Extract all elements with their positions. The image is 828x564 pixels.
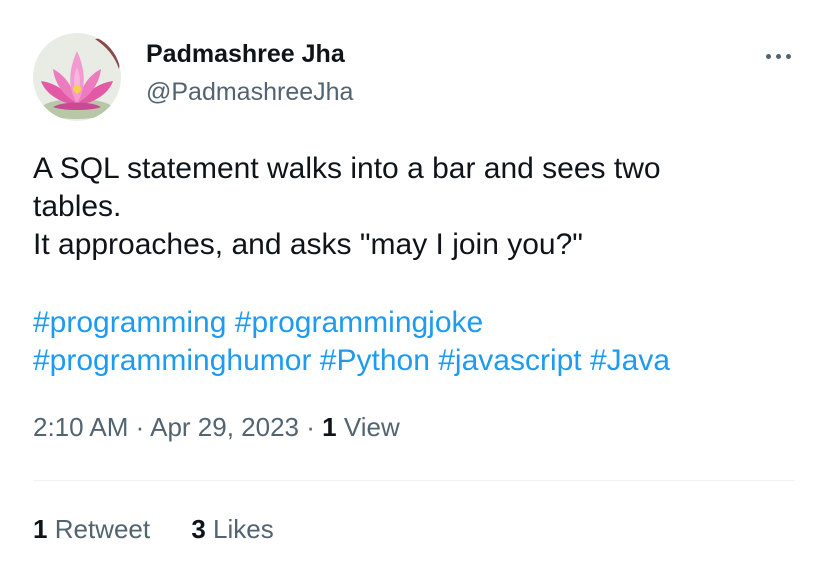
avatar[interactable] bbox=[33, 33, 121, 121]
hashtag-link[interactable]: #javascript bbox=[438, 344, 581, 377]
tweet-text: A SQL statement walks into a bar and see… bbox=[33, 150, 793, 264]
views-link[interactable]: 1 View bbox=[322, 412, 400, 442]
tweet-meta: 2:10 AM · Apr 29, 2023 · 1 View bbox=[33, 412, 400, 443]
more-horizontal-icon bbox=[785, 53, 791, 59]
hashtag-link[interactable]: #programmingjoke bbox=[235, 306, 483, 339]
tweet-card: Padmashree Jha @PadmashreeJha A SQL stat… bbox=[0, 0, 828, 564]
likes-count: 3 bbox=[191, 514, 206, 544]
hashtag-list: #programming #programmingjoke #programmi… bbox=[33, 304, 793, 380]
meta-separator: · bbox=[306, 412, 315, 442]
likes-label: Likes bbox=[213, 514, 274, 544]
tweet-time[interactable]: 2:10 AM bbox=[33, 412, 128, 442]
retweets-stat[interactable]: 1 Retweet bbox=[33, 514, 150, 544]
more-horizontal-icon bbox=[765, 53, 771, 59]
hashtag-row: #programminghumor #Python #javascript #J… bbox=[33, 342, 793, 380]
display-name[interactable]: Padmashree Jha bbox=[146, 40, 345, 69]
more-options-button[interactable] bbox=[760, 44, 796, 68]
tweet-line: A SQL statement walks into a bar and see… bbox=[33, 152, 661, 185]
hashtag-link[interactable]: #programminghumor bbox=[33, 344, 311, 377]
tweet-date[interactable]: Apr 29, 2023 bbox=[150, 412, 299, 442]
meta-separator: · bbox=[135, 412, 145, 442]
tweet-line: tables. bbox=[33, 190, 122, 223]
hashtag-link[interactable]: #Python bbox=[320, 344, 430, 377]
tweet-line: It approaches, and asks "may I join you?… bbox=[33, 228, 583, 261]
likes-stat[interactable]: 3 Likes bbox=[191, 514, 273, 544]
hashtag-row: #programming #programmingjoke bbox=[33, 304, 793, 342]
lotus-avatar-icon bbox=[33, 33, 121, 121]
user-handle[interactable]: @PadmashreeJha bbox=[146, 78, 353, 107]
divider bbox=[33, 480, 795, 481]
retweets-count: 1 bbox=[33, 514, 48, 544]
views-count: 1 bbox=[322, 412, 337, 442]
hashtag-link[interactable]: #programming bbox=[33, 306, 226, 339]
views-label: View bbox=[343, 412, 400, 442]
more-horizontal-icon bbox=[775, 53, 781, 59]
hashtag-link[interactable]: #Java bbox=[590, 344, 670, 377]
retweets-label: Retweet bbox=[54, 514, 151, 544]
tweet-stats: 1 Retweet 3 Likes bbox=[33, 514, 308, 545]
